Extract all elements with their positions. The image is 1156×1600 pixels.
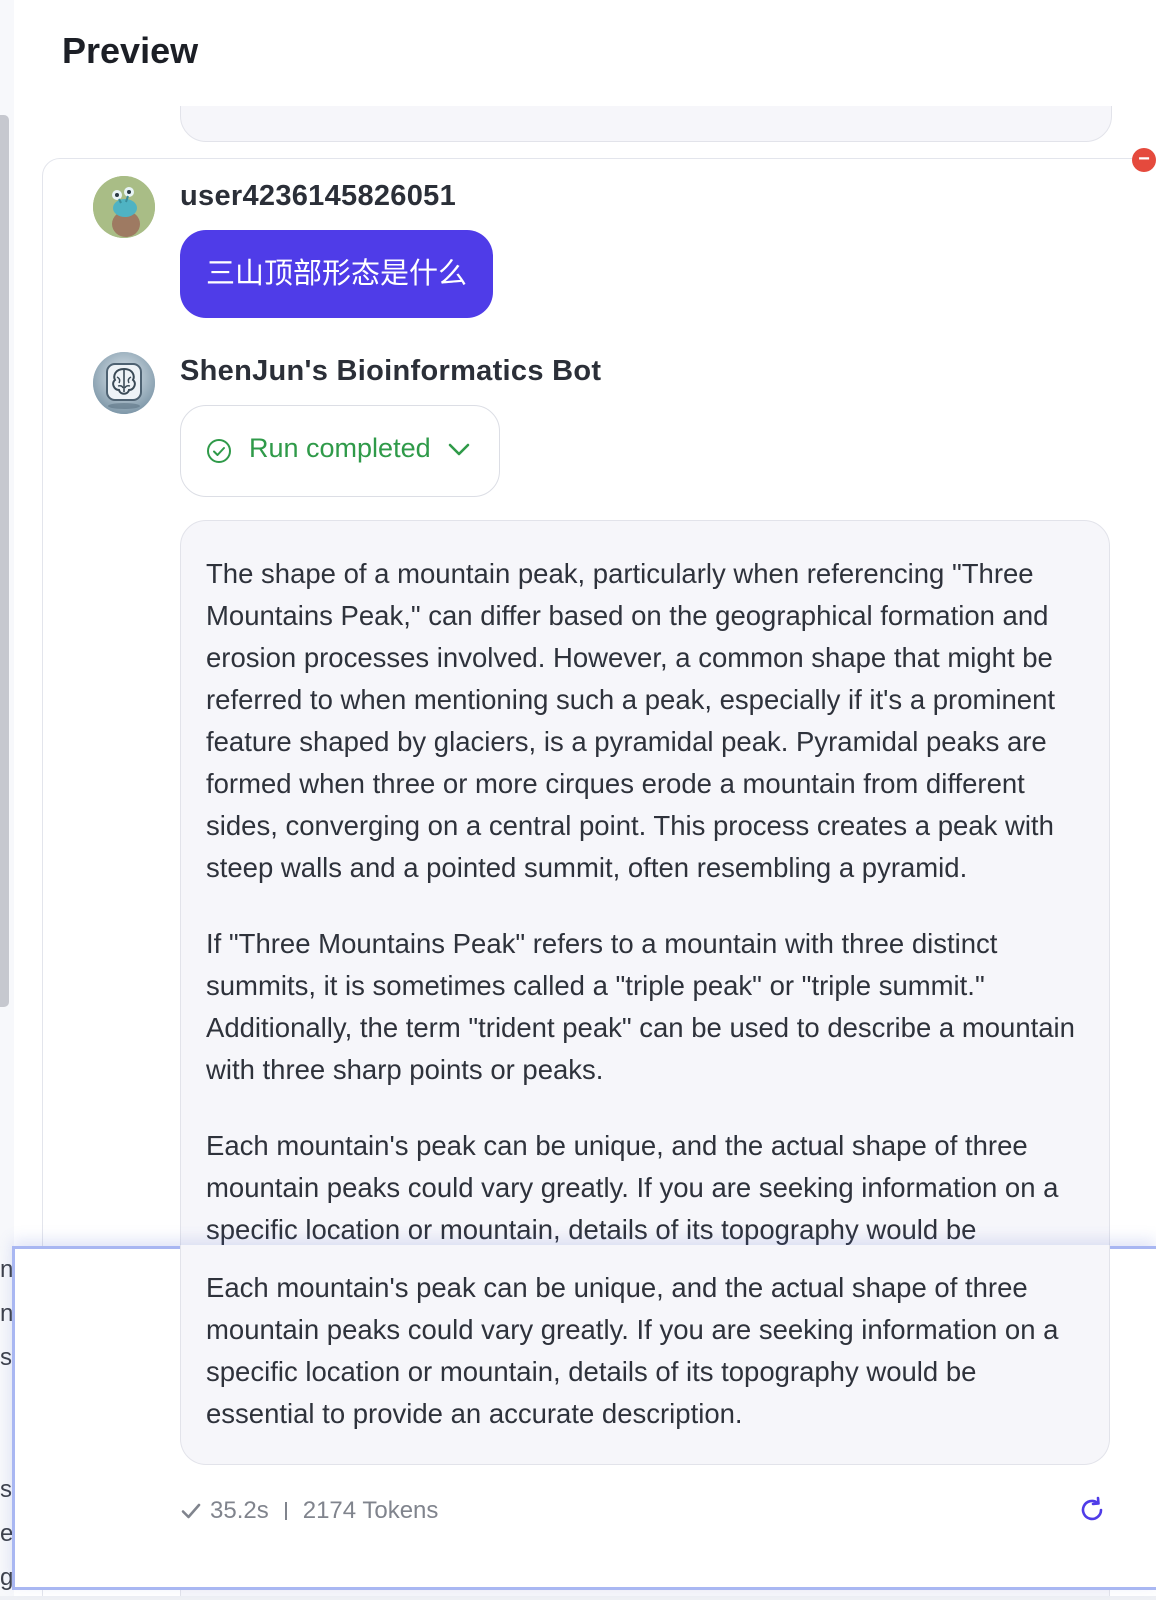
checkmark-icon [181, 1503, 201, 1519]
user-message-bubble: 三山顶部形态是什么 [180, 230, 494, 318]
run-status-label: Run completed [249, 433, 431, 463]
meta-divider [284, 1502, 287, 1520]
answer-meta: 35.2s 2174 Tokens [180, 1495, 438, 1527]
answer-paragraph: The shape of a mountain peak, particular… [206, 558, 1056, 883]
answer-footer-overlay: Each mountain's peak can be unique, and … [12, 1245, 1156, 1590]
background-scrollbar[interactable] [0, 115, 9, 1007]
token-count-label: 2174 Tokens [302, 1497, 439, 1524]
bot-avatar [93, 352, 155, 414]
run-status-toggle[interactable]: Run completed [180, 405, 500, 497]
bot-name: ShenJun's Bioinformatics Bot [180, 355, 602, 387]
answer-paragraph: Each mountain's peak can be unique, and … [206, 1272, 1059, 1429]
panel-header: Preview [14, 0, 1156, 106]
close-icon: − [1138, 148, 1150, 170]
user-avatar [93, 176, 155, 238]
chevron-down-icon [448, 443, 470, 456]
bot-answer-bubble-bottom: Each mountain's peak can be unique, and … [180, 1245, 1110, 1465]
panel-title: Preview [62, 30, 199, 71]
duration-label: 35.2s [210, 1497, 269, 1524]
user-avatar-illustration [93, 176, 155, 238]
brain-icon [93, 352, 155, 414]
delete-message-button[interactable]: − [1132, 148, 1156, 172]
refresh-icon[interactable] [1077, 1495, 1107, 1525]
check-circle-icon [207, 439, 231, 463]
answer-paragraph: If "Three Mountains Peak" refers to a mo… [206, 928, 1075, 1085]
user-name: user4236145826051 [180, 180, 457, 212]
